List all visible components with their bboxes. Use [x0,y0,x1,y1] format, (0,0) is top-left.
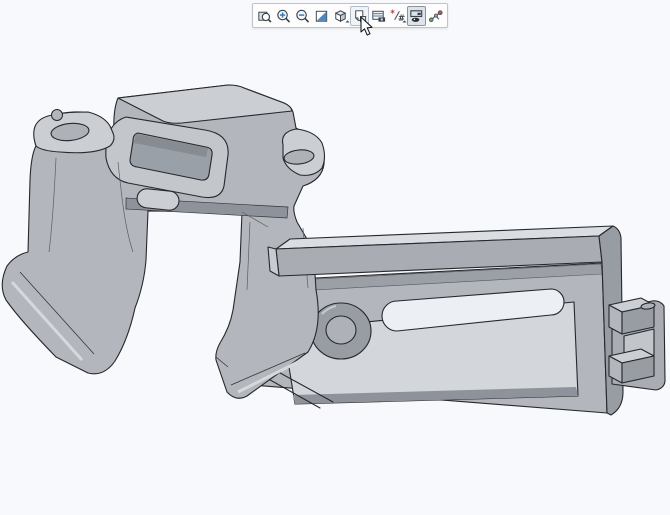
hide-show-button[interactable] [407,5,426,26]
display-list-icon [372,10,386,22]
zoom-out-icon [296,9,310,23]
svg-text:*: * [390,9,395,19]
zoom-in-icon [277,9,291,23]
zoom-out-button[interactable] [293,6,312,26]
model-viewport[interactable] [0,0,670,510]
relations-button[interactable] [426,6,445,26]
ring-boss [310,302,372,360]
zoom-fit-button[interactable] [312,6,331,26]
new-page-icon [354,9,367,22]
view-orientation-button[interactable] [331,6,350,26]
left-boss [33,109,115,154]
right-boss [281,128,326,176]
zoom-in-button[interactable] [274,6,293,26]
link-nodes-icon [429,9,443,22]
new-view-button[interactable] [350,5,369,26]
clamp-bracket[interactable] [1,84,326,399]
view-toolbar: * # [252,3,448,28]
annotation-display-button[interactable]: * # [388,6,407,26]
zoom-fit-icon [315,10,328,22]
hide-show-eye-icon [410,9,423,22]
zoom-window-icon [258,11,272,23]
display-options-button[interactable] [369,6,388,26]
zoom-window-button[interactable] [255,6,274,26]
right-clip[interactable] [608,297,666,391]
model-canvas[interactable] [0,0,670,510]
